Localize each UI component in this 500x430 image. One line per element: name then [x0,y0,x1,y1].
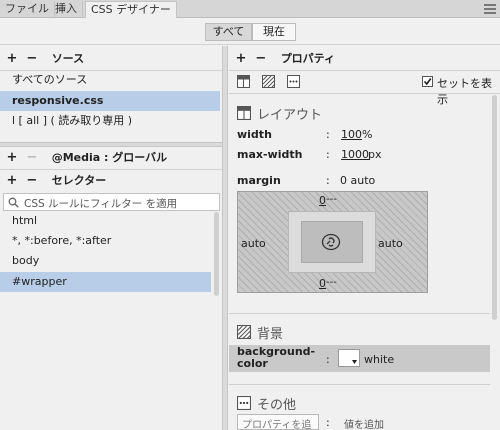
remove-source-button[interactable]: − [26,48,38,70]
selector-item[interactable]: html [0,211,220,231]
show-set-label: セットを表示 [437,77,492,106]
tab-css-designer[interactable]: CSS デザイナー [85,1,177,18]
vertical-splitter[interactable] [222,46,228,430]
properties-scrollbar[interactable] [492,95,497,320]
width-unit[interactable]: % [362,128,372,141]
remove-media-button[interactable]: − [26,147,38,169]
source-item-responsive-css[interactable]: responsive.css [0,91,220,111]
maxwidth-property-label: max-width [237,148,303,161]
selector-filter-placeholder: CSS ルールにフィルター を適用 [24,198,178,210]
checkmark-icon [423,78,432,86]
remove-selector-button[interactable]: − [26,170,38,192]
add-property-input[interactable]: プロパティを追加 [237,414,319,430]
color-swatch[interactable] [338,349,360,367]
media-header: + − @Media : グローバル [6,147,220,169]
colon: : [326,353,330,366]
panel-menu-icon[interactable] [484,4,496,14]
swatch-dropdown-icon [352,360,357,364]
selector-filter-field[interactable]: CSS ルールにフィルター を適用 [3,193,220,211]
selector-item[interactable]: *, *:before, *:after [0,231,220,251]
other-section-title: その他 [257,398,297,413]
margin-top-rest: --- [326,194,337,205]
width-value[interactable]: 100 [341,128,362,141]
more-category-icon[interactable] [287,75,300,88]
all-toggle-button[interactable]: すべて [205,23,252,41]
remove-property-button[interactable]: − [255,48,267,70]
show-set-checkbox[interactable] [422,76,433,87]
selectors-title: セレクター [51,174,107,187]
selector-item-wrapper[interactable]: #wrapper [0,272,211,292]
background-section-title: 背景 [257,327,284,342]
background-section-icon [237,325,251,339]
sources-title: ソース [51,52,85,65]
properties-title: プロパティ [280,52,336,65]
margin-right-value[interactable]: auto [378,237,403,250]
layout-section-icon [237,106,251,120]
bgcolor-value[interactable]: white [364,353,394,366]
add-selector-button[interactable]: + [6,170,18,192]
search-icon [8,197,19,208]
bgcolor-property-label-line2: color [237,357,268,370]
layout-section-title: レイアウト [257,108,323,123]
add-property-placeholder: プロパティを追加 [242,420,312,430]
link-values-icon[interactable] [321,233,341,251]
add-value-field[interactable]: 値を追加 [344,416,384,430]
panel-tab-bar: ファイル 挿入 CSS デザイナー [0,0,500,18]
margin-property-label: margin [237,174,281,187]
colon: : [326,128,330,141]
background-category-icon[interactable] [262,75,275,88]
maxwidth-unit[interactable]: px [368,148,382,161]
selectors-header: + − セレクター [6,170,220,192]
view-toggle-row: すべて 現在 [0,19,500,45]
tab-file[interactable]: ファイル [0,1,55,18]
source-item-readonly[interactable]: l [ all ] ( 読み取り専用 ) [0,111,220,131]
margin-top-value[interactable]: 0 [319,194,326,207]
colon: : [326,416,330,429]
margin-bottom-value[interactable]: 0 [319,277,326,290]
source-item-all[interactable]: すべてのソース [0,70,220,90]
margin-value[interactable]: 0 auto [340,174,375,187]
colon: : [326,174,330,187]
colon: : [326,148,330,161]
width-property-label: width [237,128,272,141]
margin-bottom-rest: --- [326,277,337,288]
properties-header: + − プロパティ [235,48,495,70]
media-title: @Media : グローバル [51,151,168,164]
selectors-scrollbar[interactable] [214,212,219,296]
add-source-button[interactable]: + [6,48,18,70]
current-toggle-button[interactable]: 現在 [252,23,296,41]
sources-header: + − ソース [6,48,220,70]
layout-category-icon[interactable] [237,75,250,88]
margin-left-value[interactable]: auto [241,237,266,250]
add-media-button[interactable]: + [6,147,18,169]
more-section-icon [237,396,251,410]
selector-item[interactable]: body [0,251,220,271]
add-property-button[interactable]: + [235,48,247,70]
maxwidth-value[interactable]: 1000 [341,148,369,161]
tab-insert[interactable]: 挿入 [50,1,83,18]
